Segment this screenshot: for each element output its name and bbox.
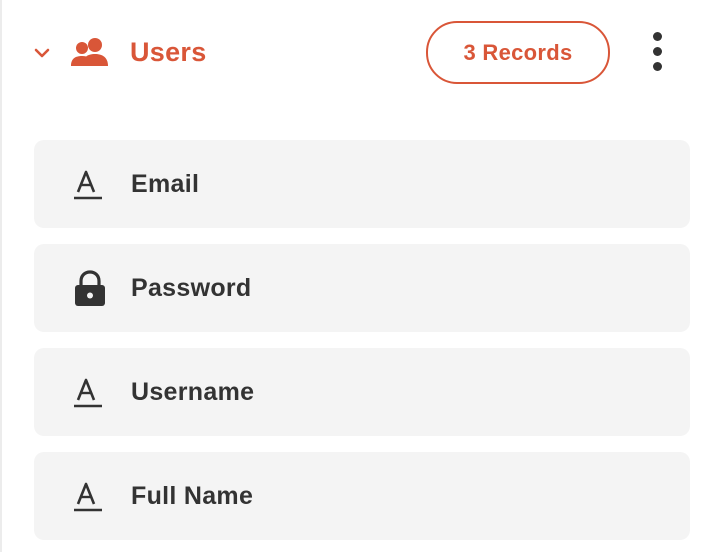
field-row-password[interactable]: Password: [34, 244, 690, 332]
collection-header: Users 3 Records: [0, 0, 718, 106]
text-type-icon: [72, 166, 108, 202]
text-type-icon: [72, 478, 108, 514]
field-row-full-name[interactable]: Full Name: [34, 452, 690, 540]
field-label: Username: [131, 378, 255, 406]
text-type-icon: [72, 374, 108, 410]
lock-icon: [72, 270, 108, 306]
more-options-icon[interactable]: [644, 32, 672, 72]
field-row-email[interactable]: Email: [34, 140, 690, 228]
field-label: Email: [131, 170, 200, 198]
field-list: Email Password Username Full Name: [34, 140, 690, 552]
field-label: Password: [131, 274, 252, 302]
field-row-username[interactable]: Username: [34, 348, 690, 436]
users-icon: [70, 36, 110, 68]
collapse-chevron-icon[interactable]: [32, 44, 52, 62]
collection-title: Users: [130, 37, 207, 67]
field-label: Full Name: [131, 482, 254, 510]
records-count-button[interactable]: 3 Records: [426, 21, 610, 84]
